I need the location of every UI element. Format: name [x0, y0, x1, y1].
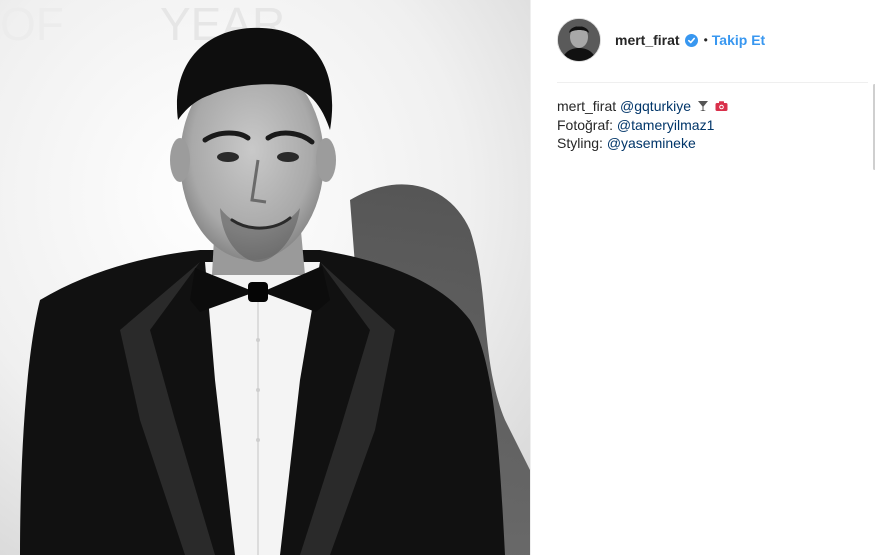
- mention-gqturkiye[interactable]: @gqturkiye: [620, 98, 691, 114]
- caption-line-2: Fotoğraf: @tameryilmaz1: [557, 116, 857, 134]
- post-header: mert_firat • Takip Et: [557, 18, 872, 62]
- header-divider: [557, 82, 868, 83]
- caption-line-1: mert_firat @gqturkiye: [557, 97, 857, 116]
- caption-line-3: Styling: @yasemineke: [557, 134, 857, 152]
- verified-badge-icon: [684, 33, 698, 47]
- cocktail-glass-icon: [697, 98, 709, 116]
- separator-dot: •: [703, 33, 708, 47]
- styling-credit-label: Styling:: [557, 135, 603, 151]
- portrait-image: YEAR OF: [0, 0, 530, 555]
- svg-text:OF: OF: [0, 0, 64, 50]
- post-caption: mert_firat @gqturkiye Fotoğraf: @tameryi…: [557, 97, 857, 152]
- avatar[interactable]: [557, 18, 601, 62]
- header-username[interactable]: mert_firat: [615, 32, 680, 48]
- caption-username[interactable]: mert_firat: [557, 98, 616, 114]
- mention-yasemineke[interactable]: @yasemineke: [607, 135, 696, 151]
- post-photo[interactable]: YEAR OF: [0, 0, 530, 555]
- mention-tameryilmaz1[interactable]: @tameryilmaz1: [617, 117, 714, 133]
- avatar-image: [558, 19, 600, 61]
- camera-icon: [715, 98, 728, 116]
- photo-credit-label: Fotoğraf:: [557, 117, 614, 133]
- follow-button[interactable]: Takip Et: [712, 32, 765, 48]
- post-side-panel: mert_firat • Takip Et mert_firat @gqturk…: [530, 0, 875, 555]
